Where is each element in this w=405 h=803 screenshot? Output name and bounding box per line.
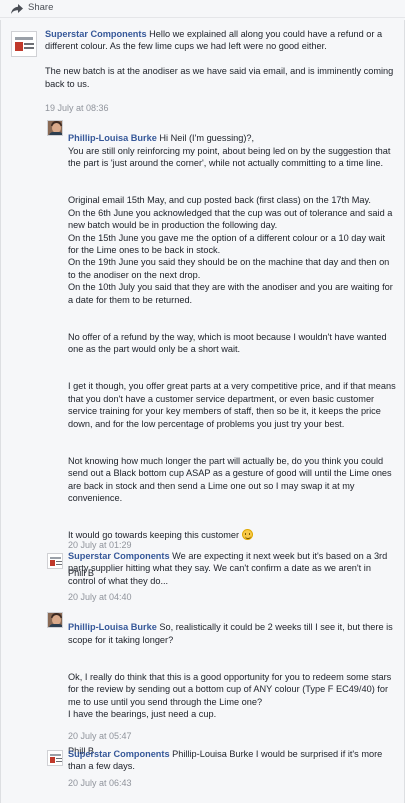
superstar-components-avatar[interactable] [47, 750, 63, 766]
smile-emoji-icon [241, 529, 253, 541]
share-bar[interactable]: Share [0, 0, 405, 18]
comment-text: Not knowing how much longer the part wil… [68, 455, 392, 504]
comment-author[interactable]: Superstar Components [68, 551, 170, 561]
superstar-components-avatar[interactable] [11, 31, 37, 57]
comment-body: Phillip-Louisa Burke So, realistically i… [68, 609, 398, 770]
comment-thread: Superstar Components Hello we explained … [0, 20, 405, 803]
comment-body: Phillip-Louisa Burke Hi Neil (I'm guessi… [68, 120, 398, 591]
share-label[interactable]: Share [28, 2, 53, 14]
comment-text: No offer of a refund by the way, which i… [68, 331, 387, 355]
superstar-components-avatar[interactable] [47, 553, 63, 569]
comment-text: I get it though, you offer great parts a… [68, 381, 396, 429]
comment-text: The new batch is at the anodiser as we h… [45, 66, 394, 89]
comment-author[interactable]: Superstar Components [45, 29, 147, 39]
comment-body: Superstar Components We are expecting it… [68, 550, 398, 587]
comment-timestamp[interactable]: 20 July at 06:43 [68, 777, 132, 789]
phillip-louisa-burke-avatar[interactable] [47, 120, 63, 136]
comment-author[interactable]: Superstar Components [68, 749, 170, 759]
comment-timestamp[interactable]: 20 July at 05:47 [68, 730, 132, 742]
comment-text: Ok, I really do think that this is a goo… [68, 672, 392, 720]
share-arrow-icon [11, 3, 23, 14]
comment-text: Original email 15th May, and cup posted … [68, 195, 393, 305]
comment-timestamp[interactable]: 19 July at 08:36 [45, 102, 109, 114]
comment-body: Superstar Components Hello we explained … [45, 28, 395, 90]
phillip-louisa-burke-avatar[interactable] [47, 612, 63, 628]
comment-author[interactable]: Phillip-Louisa Burke [68, 133, 157, 143]
comment-timestamp[interactable]: 20 July at 04:40 [68, 591, 132, 603]
comment-body: Superstar Components Phillip-Louisa Burk… [68, 748, 398, 773]
comment-author[interactable]: Phillip-Louisa Burke [68, 622, 157, 632]
